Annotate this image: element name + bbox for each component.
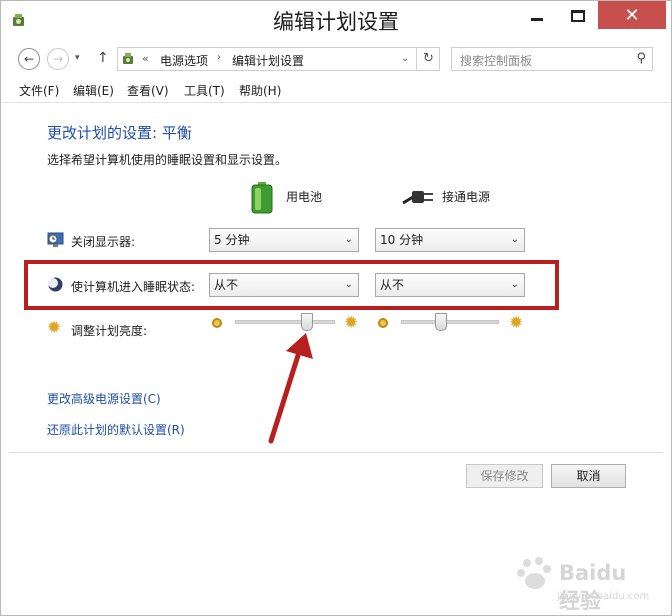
chevron-down-icon: ⌄: [510, 279, 519, 290]
brightness-sun-icon: ✹: [47, 318, 62, 338]
display-off-plugged-value: 10 分钟: [380, 233, 424, 247]
dim-sun-icon: [212, 318, 222, 328]
back-button[interactable]: ←: [18, 48, 40, 70]
brightness-battery-slider[interactable]: [235, 320, 335, 324]
minimize-button[interactable]: [514, 1, 560, 31]
display-clock-icon: [47, 232, 64, 247]
bright-sun-icon: ✹: [509, 313, 524, 333]
close-icon: ✕: [624, 4, 640, 26]
refresh-icon: ↻: [423, 51, 434, 66]
plan-settings-panel: 更改计划的设置: 平衡 选择希望计算机使用的睡眠设置和显示设置。 用电池 接通电…: [1, 104, 671, 450]
chevron-down-icon: ⌄: [510, 234, 519, 245]
brightness-plugged-thumb[interactable]: [435, 313, 448, 331]
address-row: ← → ▾ ↑ « 电源选项 › 编辑计划设置 ⌄ ↻ 搜索控制面板 ⚲: [1, 43, 671, 75]
menu-file[interactable]: 文件(F): [19, 82, 59, 99]
battery-column-label: 用电池: [286, 190, 323, 204]
menu-tools[interactable]: 工具(T): [184, 82, 225, 99]
breadcrumb-separator[interactable]: ›: [217, 52, 221, 63]
recent-locations-dropdown[interactable]: ▾: [75, 53, 80, 63]
up-button[interactable]: ↑: [97, 50, 109, 66]
dim-sun-icon: [378, 318, 388, 328]
brightness-battery-thumb[interactable]: [301, 313, 313, 331]
battery-icon: [251, 182, 273, 214]
display-off-battery-select[interactable]: 5 分钟 ⌄: [209, 228, 359, 252]
cancel-button[interactable]: 取消: [551, 464, 626, 488]
breadcrumb-power-options[interactable]: 电源选项: [160, 52, 208, 69]
sleep-label: 使计算机进入睡眠状态:: [71, 280, 196, 294]
search-input[interactable]: 搜索控制面板 ⚲: [451, 47, 653, 71]
refresh-button[interactable]: ↻: [416, 48, 440, 70]
brightness-plugged-slider[interactable]: [401, 320, 499, 324]
page-subtitle: 选择希望计算机使用的睡眠设置和显示设置。: [47, 153, 288, 167]
save-changes-button[interactable]: 保存修改: [466, 464, 543, 488]
menu-view[interactable]: 查看(V): [127, 82, 169, 99]
sleep-battery-select[interactable]: 从不 ⌄: [209, 273, 359, 297]
brightness-label: 调整计划亮度:: [71, 324, 148, 338]
forward-arrow-icon: →: [52, 52, 64, 66]
display-off-battery-value: 5 分钟: [214, 233, 250, 247]
paw-logo-icon: [517, 557, 551, 589]
forward-button[interactable]: →: [47, 48, 69, 70]
chevron-down-icon: ⌄: [344, 279, 353, 290]
baidu-watermark: Baidu经验 jingyan.baidu.com: [513, 549, 649, 613]
power-plan-window: 编辑计划设置 ✕ ← → ▾ ↑ « 电源选项 › 编辑计划设置 ⌄ ↻ 搜索控…: [0, 0, 672, 616]
search-icon[interactable]: ⚲: [636, 51, 646, 66]
display-off-label: 关闭显示器:: [71, 235, 136, 249]
address-dropdown-icon[interactable]: ⌄: [401, 53, 409, 64]
page-title: 更改计划的设置: 平衡: [47, 124, 192, 142]
back-arrow-icon: ←: [23, 52, 35, 66]
menu-bar: 文件(F) 编辑(E) 查看(V) 工具(T) 帮助(H): [1, 77, 671, 103]
watermark-url: jingyan.baidu.com: [557, 591, 650, 602]
maximize-icon: [571, 10, 585, 22]
search-placeholder: 搜索控制面板: [460, 54, 533, 68]
advanced-power-settings-link[interactable]: 更改高级电源设置(C): [47, 390, 161, 407]
menu-help[interactable]: 帮助(H): [239, 82, 281, 99]
power-options-icon: [123, 53, 133, 64]
bright-sun-icon: ✹: [344, 313, 359, 333]
maximize-button[interactable]: [555, 1, 601, 31]
title-bar: 编辑计划设置 ✕: [1, 1, 671, 39]
chevron-down-icon: ⌄: [344, 234, 353, 245]
breadcrumb-overflow[interactable]: «: [142, 52, 149, 65]
sleep-plugged-select[interactable]: 从不 ⌄: [375, 273, 525, 297]
minimize-icon: [531, 17, 543, 21]
footer-divider: [9, 452, 663, 453]
breadcrumb-edit-plan[interactable]: 编辑计划设置: [232, 52, 304, 69]
display-off-plugged-select[interactable]: 10 分钟 ⌄: [375, 228, 525, 252]
sleep-plugged-value: 从不: [380, 278, 405, 292]
address-bar[interactable]: « 电源选项 › 编辑计划设置 ⌄ ↻: [117, 47, 440, 71]
watermark-text: Baidu经验: [559, 561, 627, 613]
close-button[interactable]: ✕: [598, 1, 666, 29]
sleep-battery-value: 从不: [214, 278, 239, 292]
sleep-moon-icon: [48, 277, 63, 292]
menu-edit[interactable]: 编辑(E): [73, 82, 114, 99]
restore-defaults-link[interactable]: 还原此计划的默认设置(R): [47, 421, 185, 438]
power-plug-icon: [402, 191, 433, 205]
plugged-column-label: 接通电源: [442, 190, 491, 204]
